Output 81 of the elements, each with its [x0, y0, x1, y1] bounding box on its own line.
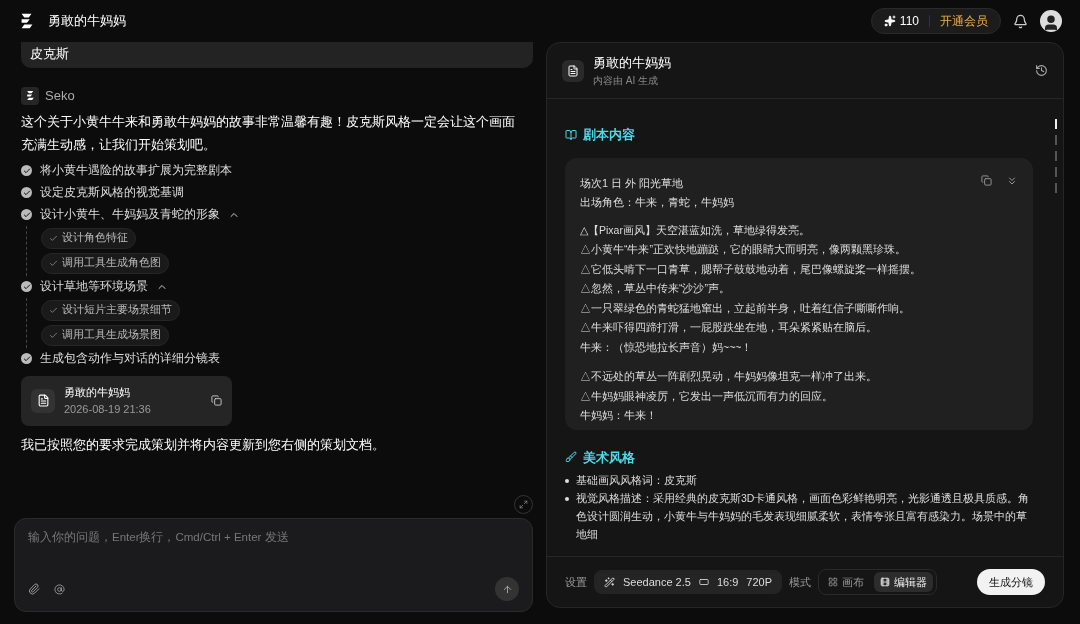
document-subtitle: 内容由 AI 生成 — [593, 73, 659, 88]
script-line: △一只翠绿色的青蛇猛地窜出，立起前半身，吐着红信子嘶嘶作响。 — [580, 300, 911, 316]
message-input[interactable]: 输入你的问题，Enter换行，Cmd/Ctrl + Enter 发送 — [14, 518, 533, 612]
check-icon — [49, 330, 58, 340]
logo-icon — [24, 90, 36, 102]
mode-label: 模式 — [789, 574, 811, 590]
credits-pill[interactable]: 110 开通会员 — [870, 8, 1001, 34]
mode-tab[interactable]: 编辑器 — [874, 572, 933, 592]
script-line: △牛妈妈眼神凌厉，它发出一声低沉而有力的回应。 — [580, 388, 834, 404]
assistant-name: Seko — [45, 87, 75, 105]
script-line: △不远处的草丛一阵剧烈晃动，牛妈妈像坦克一样冲了出来。 — [580, 369, 878, 384]
brush-icon — [565, 451, 577, 464]
section-heading: 剧本内容 — [583, 126, 635, 144]
art-style-item: 基础画风风格词：皮克斯 — [576, 473, 697, 488]
script-line: △牛来吓得四蹄打滑，一屁股跌坐在地，耳朵紧紧贴在脑后。 — [580, 320, 878, 335]
script-line: 牛妈妈：牛来！ — [580, 408, 658, 423]
plan-step: 设定皮克斯风格的视觉基调 — [40, 183, 184, 202]
subtask-label: 设计短片主要场景细节 — [62, 302, 172, 318]
subtask-label: 设计角色特征 — [62, 230, 128, 246]
check-circle-icon — [21, 353, 32, 364]
subtask-label: 调用工具生成场景图 — [62, 327, 161, 343]
document-title: 勇敢的牛妈妈 — [64, 385, 131, 400]
aspect-ratio: 16:9 — [716, 574, 739, 590]
document-card[interactable]: 勇敢的牛妈妈 2026-08-19 21:36 — [21, 375, 232, 426]
check-icon — [49, 258, 58, 268]
plan-step: 设计草地等环境场景 — [40, 277, 148, 296]
settings-label: 设置 — [565, 574, 587, 590]
history-icon[interactable] — [1035, 64, 1048, 77]
collapse-icon[interactable] — [1006, 174, 1018, 187]
document-title: 勇敢的牛妈妈 — [593, 54, 671, 73]
avatar[interactable] — [1040, 10, 1062, 32]
attachment-icon[interactable] — [28, 583, 40, 595]
assistant-message: 这个关于小黄牛牛来和勇敢牛妈妈的故事非常温馨有趣！皮克斯风格一定会让这个画面充满生动感，让我们开始策划吧。 — [21, 112, 516, 154]
input-field[interactable]: 输入你的问题，Enter换行，Cmd/Ctrl + Enter 发送 — [28, 529, 519, 577]
check-icon — [49, 305, 58, 315]
book-icon — [565, 128, 577, 141]
script-line: 牛来：（惊恐地拉长声音）妈~~~！ — [580, 339, 754, 355]
app-title: 勇敢的牛妈妈 — [48, 12, 126, 31]
check-circle-icon — [21, 209, 32, 220]
mention-icon[interactable] — [54, 583, 65, 595]
script-line: △忽然，草丛中传来“沙沙”声。 — [580, 281, 731, 296]
send-button[interactable] — [495, 577, 519, 601]
expand-icon — [519, 500, 528, 509]
mode-tab[interactable]: 画布 — [822, 572, 870, 592]
plan-step: 将小黄牛遇险的故事扩展为完整剧本 — [40, 161, 232, 180]
bullet-icon — [565, 479, 569, 483]
wand-icon — [604, 576, 615, 588]
subtask-label: 调用工具生成角色图 — [62, 255, 161, 271]
document-time: 2026-08-19 21:36 — [64, 401, 152, 417]
generate-button[interactable]: 生成分镜 — [977, 569, 1045, 595]
assistant-message: 我已按照您的要求完成策划并将内容更新到您右侧的策划文档。 — [21, 435, 386, 454]
document-icon — [567, 64, 579, 77]
plan-step: 生成包含动作与对话的详细分镜表 — [40, 349, 220, 368]
notification-icon[interactable] — [1013, 13, 1028, 29]
script-line: △【Pixar画风】天空湛蓝如洗，草地绿得发亮。 — [580, 222, 811, 238]
script-line: △小黄牛“牛来”正欢快地蹦跶，它的眼睛大而明亮，像两颗黑珍珠。 — [580, 242, 907, 257]
resolution: 720P — [746, 574, 772, 590]
check-circle-icon — [21, 281, 32, 292]
scene-cast: 出场角色：牛来，青蛇，牛妈妈 — [580, 195, 735, 210]
document-icon — [36, 394, 50, 407]
sparkle-icon — [883, 15, 896, 27]
grid-icon — [828, 577, 838, 587]
plan-step: 设计小黄牛、牛妈妈及青蛇的形象 — [40, 205, 220, 224]
copy-icon[interactable] — [211, 395, 222, 406]
check-circle-icon — [21, 165, 32, 176]
check-circle-icon — [21, 187, 32, 198]
model-name: Seedance 2.5 — [623, 574, 691, 590]
scene-heading: 场次1 日 外 阳光草地 — [580, 175, 685, 191]
copy-icon[interactable] — [981, 174, 992, 186]
art-style-item: 视觉风格描述：采用经典的皮克斯3D卡通风格，画面色彩鲜艳明亮，光影通透且极具质感。角色设计圆润生动，小黄牛与牛妈妈的毛发表现细腻柔软，表情夸张且富有感染力。场景中的草地细 — [576, 491, 1031, 542]
arrow-up-icon — [501, 583, 513, 595]
vip-link[interactable]: 开通会员 — [940, 12, 988, 30]
script-line: △它低头啃下一口青草，腮帮子鼓鼓地动着，尾巴像螺旋桨一样摇摆。 — [580, 261, 922, 277]
film-icon — [880, 577, 890, 587]
rectangle-icon — [698, 577, 709, 587]
check-icon — [49, 233, 58, 243]
user-message: 皮克斯 — [21, 42, 533, 68]
model-settings[interactable]: Seedance 2.5 16:9 720P — [594, 570, 782, 594]
bullet-icon — [565, 497, 569, 501]
section-heading: 美术风格 — [583, 448, 635, 467]
credits-count: 110 — [899, 13, 919, 30]
